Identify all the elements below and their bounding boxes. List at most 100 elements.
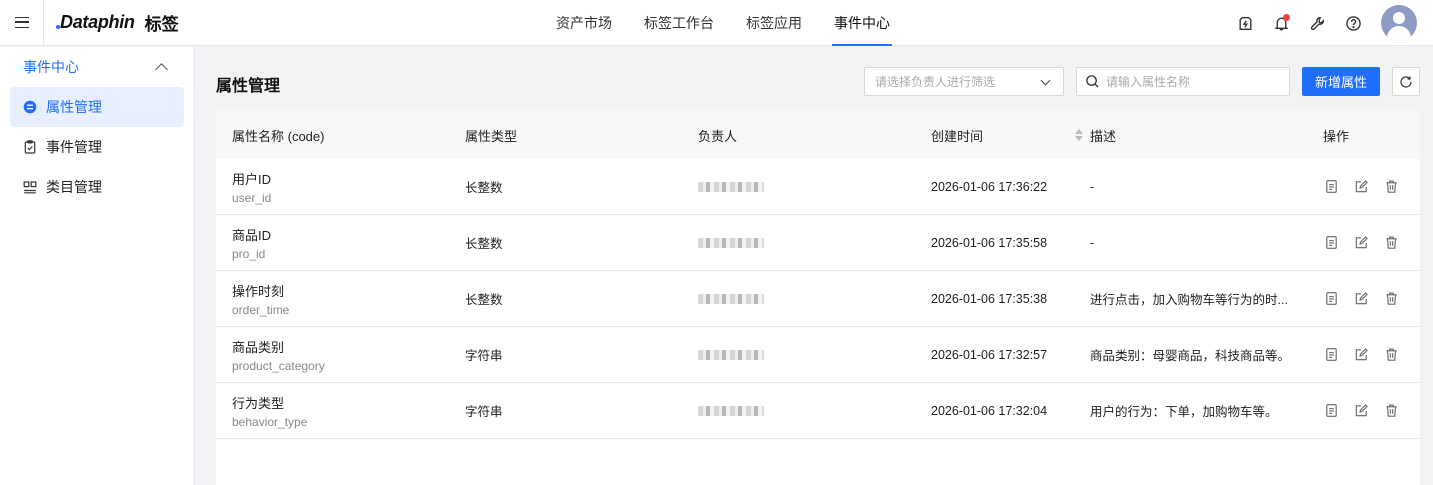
attribute-name: 操作时刻 [232, 283, 285, 299]
nav-asset-market[interactable]: 资产市场 [540, 0, 628, 46]
top-bar: Dataphin 标签 资产市场 标签工作台 标签应用 事件中心 [0, 0, 1433, 46]
notification-bell-icon[interactable] [1263, 5, 1299, 41]
top-icons [1227, 0, 1417, 46]
name-cell: 操作时刻 order_time [232, 271, 289, 326]
category-icon [23, 180, 37, 194]
edit-icon[interactable] [1353, 179, 1369, 195]
desc-text: 商品类别：母婴商品，科技商品等。 [1090, 349, 1290, 363]
owner-cell [698, 327, 764, 382]
sidebar-group-label: 事件中心 [23, 59, 79, 75]
type-cell: 长整数 [465, 181, 503, 195]
clipboard-icon [23, 140, 37, 154]
desc-cell: - [1090, 215, 1290, 270]
nav-tag-application[interactable]: 标签应用 [730, 0, 818, 46]
sidebar-item-category[interactable]: 类目管理 [10, 167, 184, 207]
table-row: 用户ID user_id 长整数 2026-01-06 17:36:22 - [216, 159, 1420, 215]
search-box[interactable] [1076, 67, 1290, 96]
attribute-code: product_category [232, 358, 325, 373]
attribute-code: order_time [232, 302, 290, 317]
owner-redacted [698, 405, 764, 416]
sidebar-item-label: 属性管理 [46, 99, 102, 115]
table-row: 行为类型 behavior_type 字符串 2026-01-06 17:32:… [216, 383, 1420, 439]
search-icon [1086, 75, 1099, 88]
header-owner: 负责人 [698, 128, 738, 144]
nav-event-center[interactable]: 事件中心 [818, 0, 906, 46]
desc-text: - [1090, 179, 1095, 194]
table-row: 商品类别 product_category 字符串 2026-01-06 17:… [216, 327, 1420, 383]
attribute-code: user_id [232, 190, 272, 205]
name-cell: 商品类别 product_category [232, 327, 325, 382]
sidebar-group-event-center[interactable]: 事件中心 [0, 47, 194, 87]
menu-icon[interactable] [0, 0, 44, 46]
owner-redacted [698, 181, 764, 192]
delete-icon[interactable] [1383, 235, 1399, 251]
desc-cell: 商品类别：母婴商品，科技商品等。 [1090, 327, 1290, 382]
edit-icon[interactable] [1353, 403, 1369, 419]
attribute-code: pro_id [232, 246, 266, 261]
sidebar-item-attribute[interactable]: 属性管理 [10, 87, 184, 127]
header-name: 属性名称 (code) [232, 128, 325, 144]
created-cell: 2026-01-06 17:32:04 [931, 403, 1048, 418]
tools-wrench-icon[interactable] [1299, 5, 1335, 41]
ops-cell [1323, 159, 1399, 214]
sort-icon[interactable] [1075, 129, 1084, 141]
desc-cell: 用户的行为：下单，加购物车等。 [1090, 383, 1290, 438]
owner-cell [698, 271, 764, 326]
page-title: 属性管理 [216, 78, 281, 95]
owner-filter-select[interactable]: 请选择负责人进行筛选 [864, 67, 1064, 96]
delete-icon[interactable] [1383, 347, 1399, 363]
view-detail-icon[interactable] [1323, 179, 1339, 195]
chevron-up-icon [155, 62, 168, 76]
refresh-icon [1400, 75, 1412, 88]
owner-redacted [698, 293, 764, 304]
refresh-button[interactable] [1392, 67, 1420, 96]
sidebar-item-event[interactable]: 事件管理 [10, 127, 184, 167]
main-content: 属性管理 请选择负责人进行筛选 新增属性 属性名称 (code) 属性类型 负责… [196, 47, 1433, 485]
view-detail-icon[interactable] [1323, 347, 1339, 363]
type-cell: 长整数 [465, 237, 503, 251]
owner-redacted [698, 349, 764, 360]
top-nav: 资产市场 标签工作台 标签应用 事件中心 [540, 0, 906, 46]
help-icon[interactable] [1335, 5, 1371, 41]
name-cell: 行为类型 behavior_type [232, 383, 307, 438]
add-attribute-button[interactable]: 新增属性 [1302, 67, 1380, 96]
brand[interactable]: Dataphin 标签 [44, 0, 179, 46]
name-cell: 商品ID pro_id [232, 215, 271, 270]
table-row: 操作时刻 order_time 长整数 2026-01-06 17:35:38 … [216, 271, 1420, 327]
created-cell: 2026-01-06 17:35:58 [931, 235, 1048, 250]
type-cell: 字符串 [465, 349, 503, 363]
desc-text: 进行点击，加入购物车等行为的时... [1090, 293, 1288, 307]
edit-icon[interactable] [1353, 235, 1369, 251]
owner-filter-placeholder: 请选择负责人进行筛选 [875, 75, 996, 89]
edit-icon[interactable] [1353, 291, 1369, 307]
avatar[interactable] [1381, 5, 1417, 41]
task-icon[interactable] [1227, 5, 1263, 41]
search-input[interactable] [1106, 74, 1276, 89]
header-desc: 描述 [1090, 128, 1117, 144]
attribute-table: 属性名称 (code) 属性类型 负责人 创建时间 描述 操作 用户ID use… [216, 111, 1420, 485]
header-created-label: 创建时间 [931, 128, 984, 144]
chevron-down-icon [1040, 75, 1051, 86]
nav-tag-workbench[interactable]: 标签工作台 [628, 0, 730, 46]
owner-cell [698, 215, 764, 270]
type-cell: 字符串 [465, 405, 503, 419]
brand-logo: Dataphin [56, 12, 135, 33]
delete-icon[interactable] [1383, 403, 1399, 419]
attribute-name: 用户ID [232, 171, 272, 187]
created-cell: 2026-01-06 17:36:22 [931, 179, 1048, 194]
header-created[interactable]: 创建时间 [931, 111, 1084, 159]
ops-cell [1323, 215, 1399, 270]
desc-text: 用户的行为：下单，加购物车等。 [1090, 405, 1278, 419]
ops-cell [1323, 383, 1399, 438]
delete-icon[interactable] [1383, 179, 1399, 195]
attribute-name: 行为类型 [232, 395, 285, 411]
delete-icon[interactable] [1383, 291, 1399, 307]
desc-cell: 进行点击，加入购物车等行为的时... [1090, 271, 1290, 326]
edit-icon[interactable] [1353, 347, 1369, 363]
ops-cell [1323, 271, 1399, 326]
header-type: 属性类型 [465, 128, 518, 144]
view-detail-icon[interactable] [1323, 235, 1339, 251]
view-detail-icon[interactable] [1323, 403, 1339, 419]
view-detail-icon[interactable] [1323, 291, 1339, 307]
desc-cell: - [1090, 159, 1290, 214]
